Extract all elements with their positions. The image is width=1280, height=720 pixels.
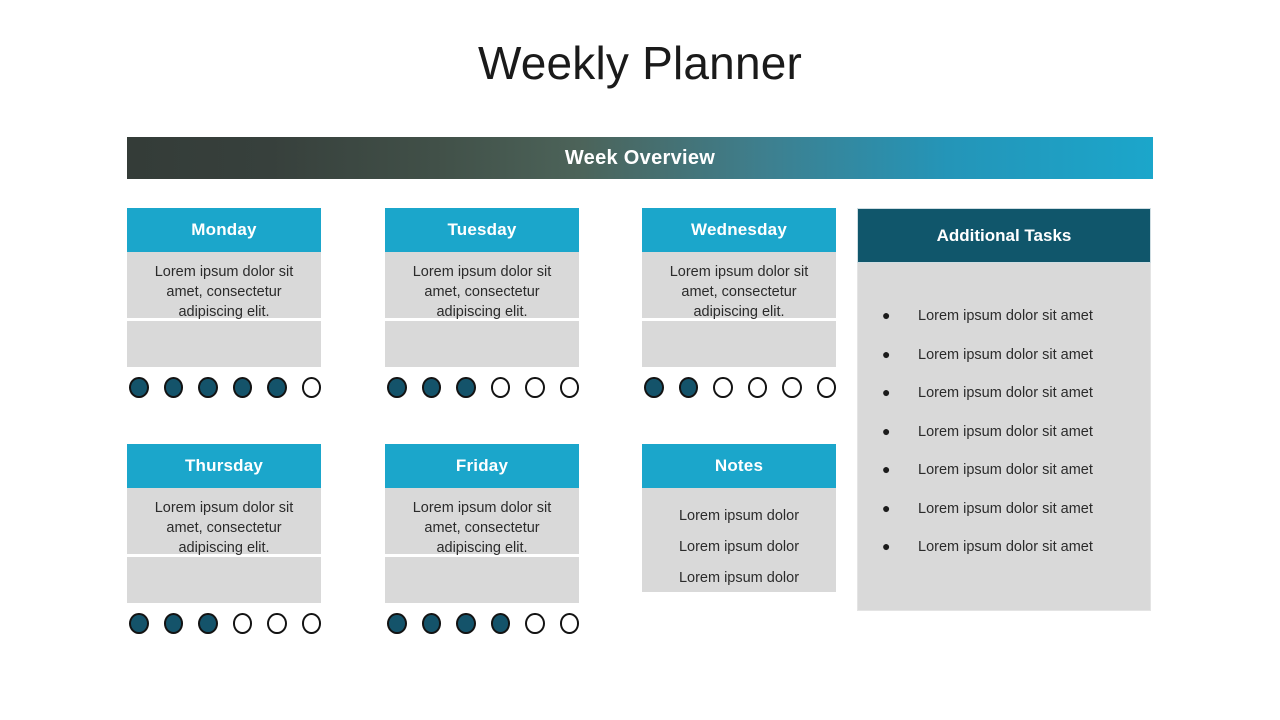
- additional-tasks-list[interactable]: ● Lorem ipsum dolor sit amet ● Lorem ipsum …: [857, 263, 1151, 611]
- progress-dot-empty[interactable]: [232, 613, 252, 634]
- notes-card[interactable]: Notes Lorem ipsum dolor Lorem ipsum dolor…: [642, 444, 836, 592]
- day-progress-dots-tuesday[interactable]: [385, 377, 579, 398]
- progress-dot-empty[interactable]: [559, 377, 579, 398]
- progress-dot-filled[interactable]: [644, 377, 664, 398]
- day-card-monday[interactable]: Monday Lorem ipsum dolor sit amet, conse…: [127, 208, 321, 398]
- progress-dot-filled[interactable]: [129, 613, 149, 634]
- task-list-item[interactable]: ● Lorem ipsum dolor sit amet: [858, 382, 1150, 403]
- bullet-icon: ●: [882, 538, 891, 554]
- bullet-icon: ●: [882, 461, 891, 477]
- bullet-icon: ●: [882, 422, 891, 439]
- progress-dot-empty[interactable]: [713, 377, 733, 398]
- task-list-item-label: Lorem ipsum dolor sit amet: [918, 539, 1093, 555]
- progress-dot-filled[interactable]: [163, 613, 183, 634]
- progress-dot-filled[interactable]: [267, 377, 287, 398]
- progress-dot-filled[interactable]: [421, 613, 441, 634]
- day-card-body: Lorem ipsum dolor sit amet, consectetur …: [642, 252, 836, 320]
- task-list-item[interactable]: ● Lorem ipsum dolor sit amet: [858, 536, 1150, 557]
- progress-dot-filled[interactable]: [387, 613, 407, 634]
- progress-dot-filled[interactable]: [232, 377, 252, 398]
- progress-dot-filled[interactable]: [678, 377, 698, 398]
- task-list-item-label: Lorem ipsum dolor sit amet: [918, 423, 1093, 440]
- day-progress-dots-friday[interactable]: [385, 613, 579, 634]
- day-card-body: Lorem ipsum dolor sit amet, consectetur …: [127, 252, 321, 320]
- progress-dot-filled[interactable]: [456, 613, 476, 634]
- day-card-header: Monday: [127, 208, 321, 252]
- day-card-thursday[interactable]: Thursday Lorem ipsum dolor sit amet, con…: [127, 444, 321, 634]
- progress-dot-filled[interactable]: [129, 377, 149, 398]
- day-card-blank-block[interactable]: [642, 321, 836, 367]
- notes-line: Lorem ipsum dolor: [678, 508, 800, 524]
- progress-dot-empty[interactable]: [301, 613, 321, 634]
- progress-dot-empty[interactable]: [559, 613, 579, 634]
- notes-card-body[interactable]: Lorem ipsum dolor Lorem ipsum dolor Lorem …: [642, 488, 836, 592]
- additional-tasks-header: Additional Tasks: [857, 208, 1151, 263]
- bullet-icon: ●: [882, 499, 891, 516]
- day-card-body: Lorem ipsum dolor sit amet, consectetur …: [385, 488, 579, 556]
- task-list-item-label: Lorem ipsum dolor sit amet: [918, 385, 1093, 401]
- day-progress-dots-thursday[interactable]: [127, 613, 321, 634]
- day-card-tuesday[interactable]: Tuesday Lorem ipsum dolor sit amet, cons…: [385, 208, 579, 398]
- day-progress-dots-wednesday[interactable]: [642, 377, 836, 398]
- bullet-icon: ●: [882, 345, 891, 362]
- progress-dot-empty[interactable]: [267, 613, 287, 634]
- day-progress-dots-monday[interactable]: [127, 377, 321, 398]
- progress-dot-empty[interactable]: [747, 377, 767, 398]
- day-card-friday[interactable]: Friday Lorem ipsum dolor sit amet, conse…: [385, 444, 579, 634]
- day-card-header: Wednesday: [642, 208, 836, 252]
- day-card-header: Friday: [385, 444, 579, 488]
- progress-dot-empty[interactable]: [490, 377, 510, 398]
- progress-dot-empty[interactable]: [816, 377, 836, 398]
- progress-dot-filled[interactable]: [198, 613, 218, 634]
- task-list-item[interactable]: ● Lorem ipsum dolor sit amet: [858, 305, 1150, 326]
- progress-dot-filled[interactable]: [490, 613, 510, 634]
- day-card-body: Lorem ipsum dolor sit amet, consectetur …: [127, 488, 321, 556]
- task-list-item[interactable]: ● Lorem ipsum dolor sit amet: [858, 459, 1150, 480]
- day-card-blank-block[interactable]: [385, 321, 579, 367]
- day-card-wednesday[interactable]: Wednesday Lorem ipsum dolor sit amet, co…: [642, 208, 836, 398]
- progress-dot-empty[interactable]: [525, 613, 545, 634]
- task-list-item-label: Lorem ipsum dolor sit amet: [918, 462, 1093, 478]
- day-card-blank-block[interactable]: [385, 557, 579, 603]
- progress-dot-filled[interactable]: [198, 377, 218, 398]
- progress-dot-filled[interactable]: [456, 377, 476, 398]
- page-title: Weekly Planner: [477, 37, 803, 89]
- day-card-header: Tuesday: [385, 208, 579, 252]
- notes-line: Lorem ipsum dolor: [678, 539, 800, 555]
- progress-dot-empty[interactable]: [301, 377, 321, 398]
- day-card-body: Lorem ipsum dolor sit amet, consectetur …: [385, 252, 579, 320]
- notes-line: Lorem ipsum dolor: [678, 570, 800, 586]
- progress-dot-empty[interactable]: [525, 377, 545, 398]
- bullet-icon: ●: [882, 307, 891, 323]
- progress-dot-filled[interactable]: [163, 377, 183, 398]
- day-card-blank-block[interactable]: [127, 557, 321, 603]
- task-list-item-label: Lorem ipsum dolor sit amet: [918, 500, 1093, 517]
- task-list-item[interactable]: ● Lorem ipsum dolor sit amet: [858, 498, 1150, 519]
- notes-card-header: Notes: [642, 444, 836, 488]
- slide-canvas: Weekly Planner Week Overview Monday Lore…: [0, 0, 1280, 720]
- progress-dot-filled[interactable]: [421, 377, 441, 398]
- week-overview-banner: Week Overview: [127, 137, 1153, 179]
- progress-dot-filled[interactable]: [387, 377, 407, 398]
- progress-dot-empty[interactable]: [782, 377, 802, 398]
- task-list-item-label: Lorem ipsum dolor sit amet: [918, 308, 1093, 324]
- bullet-icon: ●: [882, 384, 891, 400]
- day-card-blank-block[interactable]: [127, 321, 321, 367]
- day-card-header: Thursday: [127, 444, 321, 488]
- task-list-item[interactable]: ● Lorem ipsum dolor sit amet: [858, 421, 1150, 442]
- task-list-item[interactable]: ● Lorem ipsum dolor sit amet: [858, 344, 1150, 365]
- additional-tasks-panel[interactable]: Additional Tasks ● Lorem ipsum dolor sit …: [857, 208, 1151, 611]
- task-list-item-label: Lorem ipsum dolor sit amet: [918, 346, 1093, 363]
- week-overview-label: Week Overview: [564, 146, 716, 169]
